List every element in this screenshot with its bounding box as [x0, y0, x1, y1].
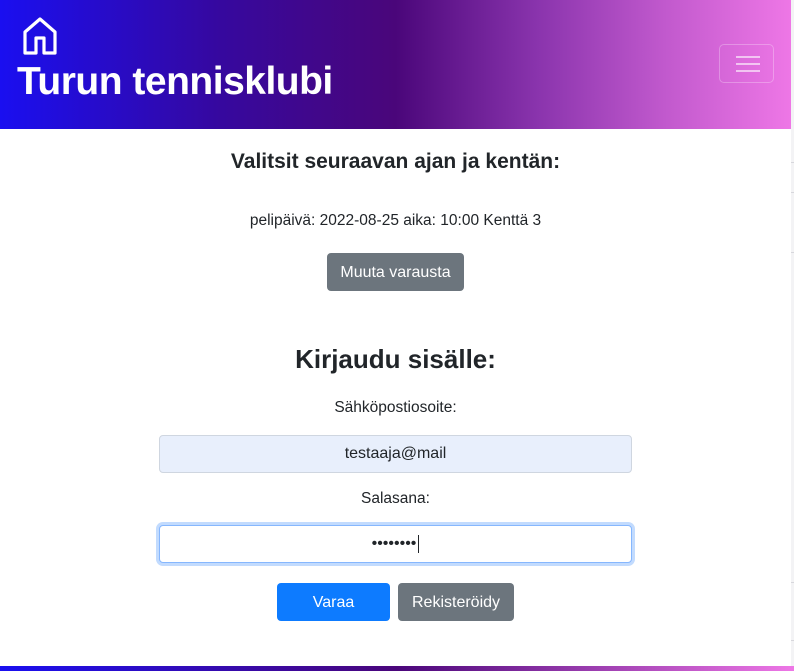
page: Turun tennisklubi Valitsit seuraavan aja…	[0, 0, 794, 671]
text-caret	[418, 534, 420, 553]
register-button[interactable]: Rekisteröidy	[398, 583, 514, 621]
home-icon[interactable]	[22, 16, 58, 56]
password-field-value: ••••••••	[371, 535, 417, 552]
password-label: Salasana:	[361, 490, 430, 507]
navbar: Turun tennisklubi	[0, 0, 791, 129]
email-field[interactable]: testaaja@mail	[159, 435, 632, 473]
reservation-details: pelipäivä: 2022-08-25 aika: 10:00 Kenttä…	[249, 212, 542, 229]
selection-heading: Valitsit seuraavan ajan ja kentän:	[230, 150, 561, 173]
brand-title[interactable]: Turun tennisklubi	[17, 60, 333, 104]
email-field-value: testaaja@mail	[344, 445, 447, 462]
navbar-toggler-button[interactable]	[719, 44, 774, 83]
bottom-gradient-strip	[0, 666, 794, 671]
email-label: Sähköpostiosoite:	[334, 399, 457, 416]
password-field[interactable]: ••••••••	[159, 525, 632, 563]
login-heading: Kirjaudu sisälle:	[295, 344, 496, 374]
book-button[interactable]: Varaa	[277, 583, 390, 621]
change-reservation-button[interactable]: Muuta varausta	[327, 253, 464, 291]
